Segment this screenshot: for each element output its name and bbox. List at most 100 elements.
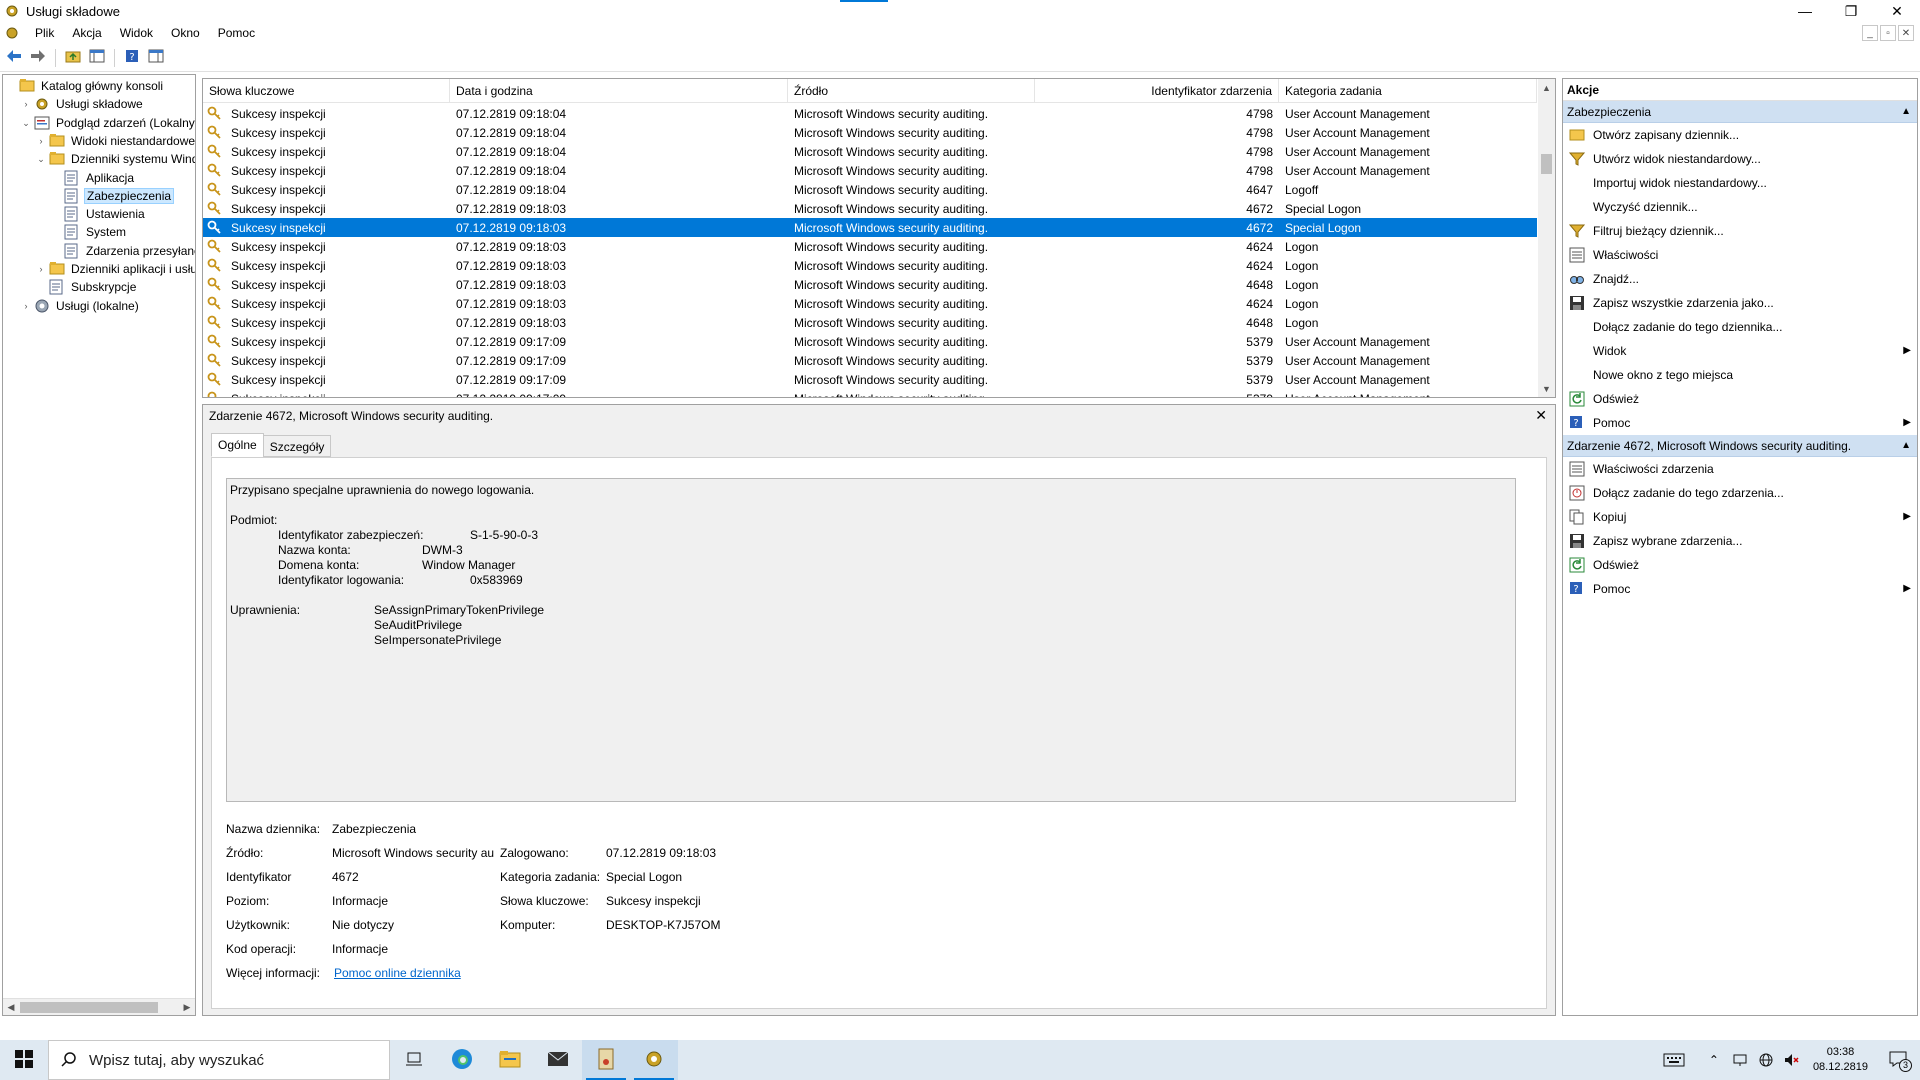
taskbar-component-services[interactable] [630,1040,678,1080]
action-item[interactable]: ? Pomoc ▶ [1563,411,1917,435]
action-item[interactable]: Otwórz zapisany dziennik... [1563,123,1917,147]
tree-item[interactable]: › Widoki niestandardowe [35,132,195,150]
up-folder-button[interactable] [63,48,83,68]
tree-item[interactable]: Aplikacja [50,169,136,187]
event-row[interactable]: Sukcesy inspekcji 07.12.2819 09:18:03 Micr… [203,199,1537,218]
notifications-button[interactable]: 3 [1876,1040,1920,1080]
chevron-right-icon[interactable]: › [35,132,47,150]
taskbar-search-box[interactable]: Wpisz tutaj, aby wyszukać [48,1040,390,1080]
tree-item[interactable]: › Usługi (lokalne) [20,297,141,315]
taskbar-edge[interactable] [438,1040,486,1080]
action-item[interactable]: Kopiuj ▶ [1563,505,1917,529]
event-row[interactable]: Sukcesy inspekcji 07.12.2819 09:18:03 Micr… [203,275,1537,294]
back-button[interactable] [4,48,24,68]
tree-item[interactable]: Katalog główny konsoli [5,77,165,95]
tree-item[interactable]: › Dzienniki aplikacji i usług [35,260,195,278]
close-window-button[interactable]: ✕ [1874,0,1920,22]
action-item[interactable]: Właściwości [1563,243,1917,267]
minimize-button[interactable]: — [1782,0,1828,22]
column-keywords[interactable]: Słowa kluczowe [203,79,450,103]
keyboard-icon[interactable] [1661,1040,1687,1080]
menu-file[interactable]: Plik [26,22,63,44]
event-row[interactable]: Sukcesy inspekcji 07.12.2819 09:18:03 Micr… [203,237,1537,256]
actions-section-log[interactable]: Zabezpieczenia ▲ [1563,101,1917,123]
tab-details[interactable]: Szczegóły [262,435,332,457]
action-item[interactable]: Odśwież [1563,553,1917,577]
action-item[interactable]: ? Pomoc ▶ [1563,577,1917,601]
action-item[interactable]: Dołącz zadanie do tego zdarzenia... [1563,481,1917,505]
column-task-category[interactable]: Kategoria zadania [1279,79,1537,103]
menu-window[interactable]: Okno [162,22,209,44]
event-row[interactable]: Sukcesy inspekcji07.12.2819 09:17:09Micr… [203,351,1537,370]
action-item[interactable]: Znajdź... [1563,267,1917,291]
scroll-up-icon[interactable]: ▲ [1538,79,1555,96]
action-item[interactable]: Zapisz wszystkie zdarzenia jako... [1563,291,1917,315]
event-row[interactable]: Sukcesy inspekcji 07.12.2819 09:18:03 Micr… [203,313,1537,332]
tree-item[interactable]: Zdarzenia przesyłane [50,242,195,260]
action-item[interactable]: Właściwości zdarzenia [1563,457,1917,481]
taskbar-mail[interactable] [534,1040,582,1080]
event-row[interactable]: Sukcesy inspekcji 07.12.2819 09:18:03 Micr… [203,218,1537,237]
event-row[interactable]: Sukcesy inspekcji 07.12.2819 09:18:04 Micr… [203,104,1537,123]
tree-item[interactable]: ⌄ Dzienniki systemu Windo [35,150,195,168]
action-item[interactable]: Importuj widok niestandardowy... [1563,171,1917,195]
tree-item[interactable]: Ustawienia [50,205,147,223]
chevron-down-icon[interactable]: ⌄ [35,150,47,168]
monitor-icon[interactable] [1727,1040,1753,1080]
action-item[interactable]: Nowe okno z tego miejsca [1563,363,1917,387]
column-source[interactable]: Źródło [788,79,1035,103]
mdi-close-button[interactable]: ✕ [1898,25,1914,41]
more-info-link[interactable]: Pomoc online dziennika [334,966,461,980]
taskbar-app-book[interactable] [582,1040,630,1080]
start-button[interactable] [0,1040,48,1080]
chevron-down-icon[interactable]: ⌄ [20,114,32,132]
action-item[interactable]: Utwórz widok niestandardowy... [1563,147,1917,171]
taskbar-clock[interactable]: 03:38 08.12.2819 [1805,1045,1876,1075]
maximize-button[interactable]: ❐ [1828,0,1874,22]
event-description[interactable]: Przypisano specjalne uprawnienia do nowe… [226,478,1516,802]
scroll-right-icon[interactable]: ▶ [179,999,195,1015]
tree-item[interactable]: ⌄ Podgląd zdarzeń (Lokalny) [20,114,195,132]
mmc-icon[interactable] [4,25,20,41]
collapse-icon[interactable]: ▲ [1901,435,1911,457]
action-item[interactable]: Filtruj bieżący dziennik... [1563,219,1917,243]
tab-general[interactable]: Ogólne [211,433,264,457]
action-item[interactable]: Dołącz zadanie do tego dziennika... [1563,315,1917,339]
event-row[interactable]: Sukcesy inspekcji 07.12.2819 09:18:03 Micr… [203,256,1537,275]
chevron-right-icon[interactable]: › [35,260,47,278]
action-item[interactable]: Wyczyść dziennik... [1563,195,1917,219]
event-row[interactable]: Sukcesy inspekcji07.12.2819 09:17:09Micr… [203,389,1537,397]
show-hide-tree-button[interactable] [87,48,107,68]
chevron-up-icon[interactable]: ⌃ [1701,1040,1727,1080]
column-datetime[interactable]: Data i godzina [450,79,788,103]
forward-button[interactable] [28,48,48,68]
column-event-id[interactable]: Identyfikator zdarzenia [1035,79,1279,103]
network-globe-icon[interactable] [1753,1040,1779,1080]
task-view-button[interactable] [390,1040,438,1080]
chevron-right-icon[interactable]: › [20,297,32,315]
menu-help[interactable]: Pomoc [209,22,264,44]
actions-section-event[interactable]: Zdarzenie 4672, Microsoft Windows securi… [1563,435,1917,457]
action-item[interactable]: Widok ▶ [1563,339,1917,363]
event-row[interactable]: Sukcesy inspekcji 07.12.2819 09:18:04 Micr… [203,161,1537,180]
scroll-thumb[interactable] [1541,154,1552,174]
menu-view[interactable]: Widok [111,22,162,44]
event-row[interactable]: Sukcesy inspekcji 07.12.2819 09:18:04 Micr… [203,123,1537,142]
scroll-down-icon[interactable]: ▼ [1538,380,1555,397]
show-action-pane-button[interactable] [146,48,166,68]
help-button[interactable]: ? [122,48,142,68]
tree-item[interactable]: Subskrypcje [35,278,138,296]
event-row[interactable]: Sukcesy inspekcji07.12.2819 09:17:09Micr… [203,332,1537,351]
close-detail-button[interactable]: ✕ [1535,407,1547,424]
event-row[interactable]: Sukcesy inspekcji 07.12.2819 09:18:04 Micr… [203,142,1537,161]
volume-muted-icon[interactable] [1779,1040,1805,1080]
collapse-icon[interactable]: ▲ [1901,101,1911,123]
event-row[interactable]: Sukcesy inspekcji 07.12.2819 09:18:04 Micr… [203,180,1537,199]
tree-horizontal-scrollbar[interactable]: ◀ ▶ [3,998,195,1015]
menu-action[interactable]: Akcja [63,22,110,44]
mdi-minimize-button[interactable]: _ [1862,25,1878,41]
tree-item[interactable]: Zabezpieczenia [50,187,175,205]
list-vertical-scrollbar[interactable]: ▲ ▼ [1538,79,1555,397]
taskbar-file-explorer[interactable] [486,1040,534,1080]
action-item[interactable]: Zapisz wybrane zdarzenia... [1563,529,1917,553]
